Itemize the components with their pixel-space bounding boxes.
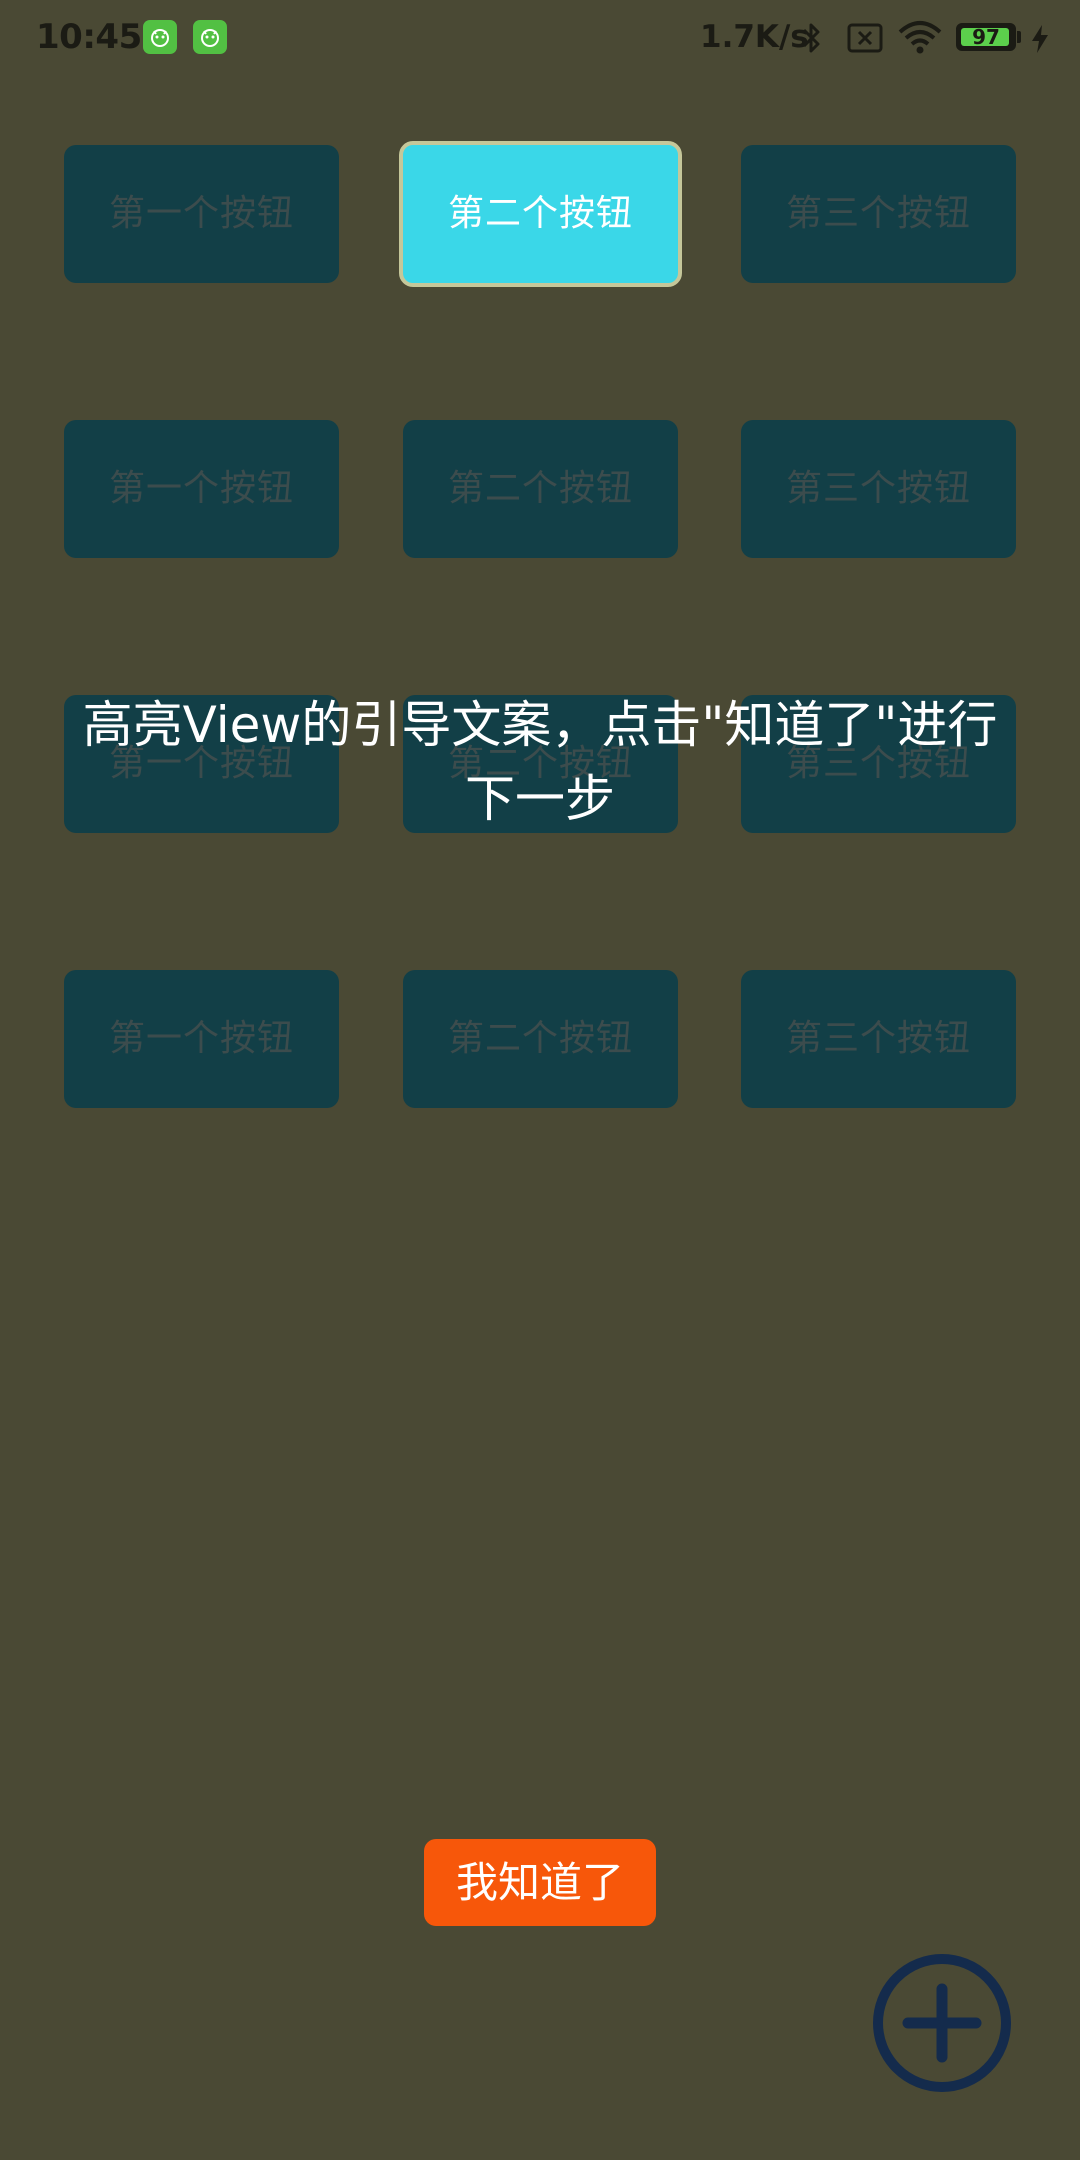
- app-badge-icon: [143, 20, 177, 54]
- battery-cap: [1017, 31, 1021, 43]
- battery-icon: 97: [956, 23, 1016, 51]
- second-button-highlighted[interactable]: 第二个按钮: [399, 141, 682, 287]
- first-button[interactable]: 第一个按钮: [64, 970, 339, 1108]
- third-button[interactable]: 第三个按钮: [741, 420, 1016, 558]
- guide-text-line2: 下一步: [465, 770, 615, 828]
- guide-text: 高亮View的引导文案，点击"知道了"进行 下一步: [60, 688, 1020, 836]
- second-button[interactable]: 第二个按钮: [403, 420, 678, 558]
- second-button[interactable]: 第二个按钮: [403, 970, 678, 1108]
- first-button[interactable]: 第一个按钮: [64, 420, 339, 558]
- app-badge-icon: [193, 20, 227, 54]
- wifi-icon: [898, 21, 942, 54]
- status-bar: 10:45 1.7K/s 97: [0, 0, 1080, 76]
- third-button[interactable]: 第三个按钮: [741, 145, 1016, 283]
- add-fab-button[interactable]: [872, 1953, 1012, 2093]
- got-it-button[interactable]: 我知道了: [424, 1839, 656, 1926]
- bluetooth-icon: [802, 23, 820, 53]
- guide-text-line1: 高亮View的引导文案，点击"知道了"进行: [82, 696, 998, 754]
- battery-level: 97: [972, 25, 1000, 49]
- no-sim-icon: [847, 23, 883, 53]
- third-button[interactable]: 第三个按钮: [741, 970, 1016, 1108]
- first-button[interactable]: 第一个按钮: [64, 145, 339, 283]
- status-time: 10:45: [36, 17, 142, 57]
- charging-icon: [1032, 25, 1048, 53]
- network-speed: 1.7K/s: [700, 19, 809, 55]
- plus-icon: [873, 1954, 1011, 2092]
